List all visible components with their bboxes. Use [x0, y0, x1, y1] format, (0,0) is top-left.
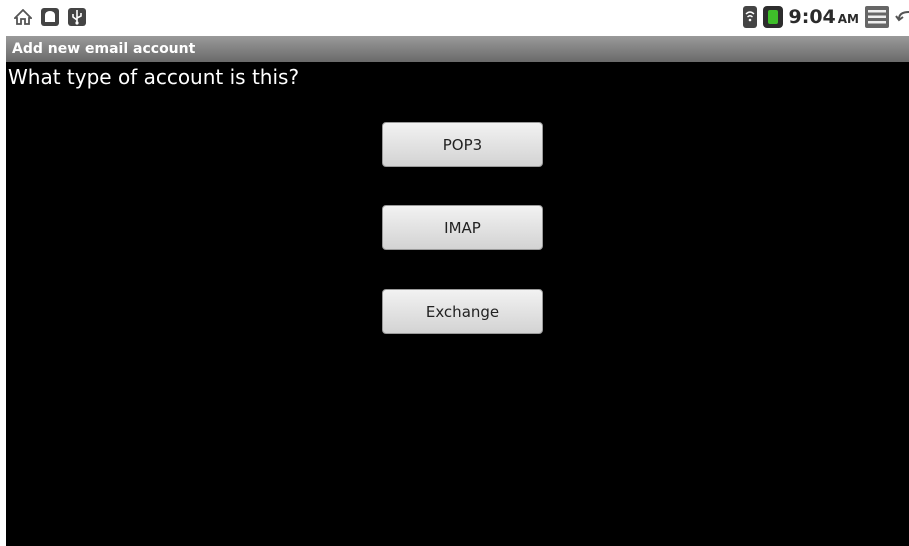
account-type-panel: What type of account is this? POP3 IMAP … — [6, 62, 909, 546]
page-title: Add new email account — [12, 41, 196, 57]
clock-time: 9:04 — [788, 6, 836, 28]
menu-icon[interactable] — [865, 6, 889, 28]
back-icon[interactable] — [895, 6, 909, 28]
status-right-icons: 9:04 AM — [742, 6, 909, 28]
account-type-question: What type of account is this? — [8, 65, 300, 89]
usb-icon — [68, 8, 86, 26]
clock: 9:04 AM — [789, 6, 860, 28]
status-left-icons — [12, 8, 86, 26]
android-debug-icon — [41, 8, 59, 26]
pop3-button[interactable]: POP3 — [382, 122, 543, 167]
status-bar: 9:04 AM — [0, 0, 909, 34]
wifi-signal-icon — [742, 6, 757, 28]
battery-icon — [762, 6, 783, 28]
clock-ampm: AM — [837, 12, 859, 26]
home-icon — [12, 8, 34, 25]
exchange-button[interactable]: Exchange — [382, 289, 543, 334]
screen: 9:04 AM Add new email account What type o… — [0, 0, 909, 546]
imap-button[interactable]: IMAP — [382, 205, 543, 250]
title-bar: Add new email account — [6, 36, 909, 62]
